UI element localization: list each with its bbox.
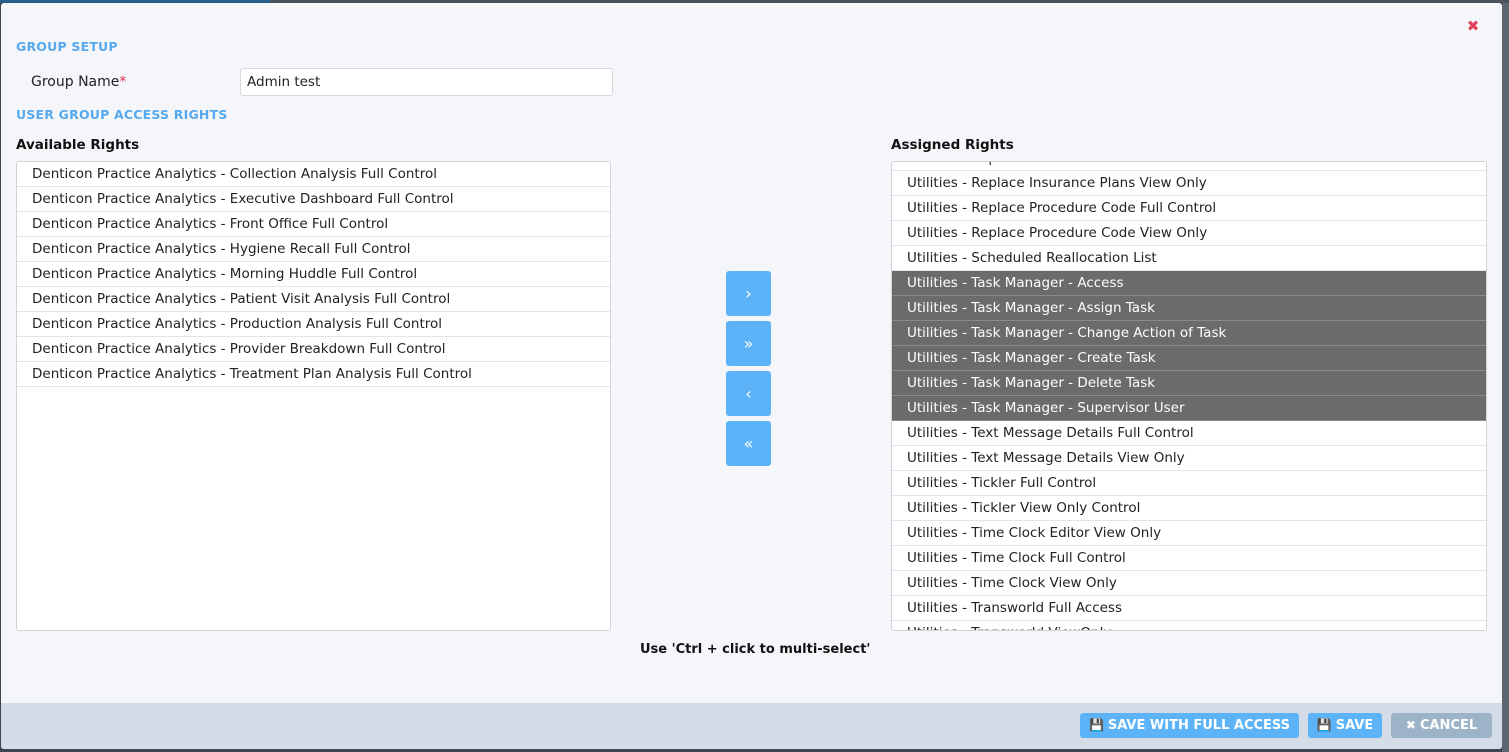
assigned-right-item[interactable]: Utilities - Task Manager - Delete Task xyxy=(892,371,1486,396)
assigned-right-item[interactable]: Utilities - Task Manager - Create Task xyxy=(892,346,1486,371)
available-rights-label: Available Rights xyxy=(16,137,140,153)
add-selected-button[interactable]: › xyxy=(726,271,771,316)
group-setup-modal: ✖ GROUP SETUP Group Name* USER GROUP ACC… xyxy=(1,3,1502,749)
assigned-right-item[interactable]: Utilities - Transworld ViewOnly xyxy=(892,621,1486,630)
assigned-right-item[interactable]: Utilities - Transworld Full Access xyxy=(892,596,1486,621)
available-right-item[interactable]: Denticon Practice Analytics - Hygiene Re… xyxy=(17,237,610,262)
assigned-right-item[interactable]: Utilities - Replace Procedure Code View … xyxy=(892,221,1486,246)
save-label: SAVE xyxy=(1335,718,1374,733)
group-name-input[interactable] xyxy=(240,68,613,96)
available-right-item[interactable]: Denticon Practice Analytics - Treatment … xyxy=(17,362,610,387)
available-right-item[interactable]: Denticon Practice Analytics - Patient Vi… xyxy=(17,287,610,312)
assigned-right-item[interactable]: Utilities - Text Message Details Full Co… xyxy=(892,421,1486,446)
cancel-button[interactable]: ✖ CANCEL xyxy=(1391,713,1492,738)
assigned-right-item[interactable]: Utilities - Replace Procedure Code Full … xyxy=(892,196,1486,221)
modal-footer: 💾 SAVE WITH FULL ACCESS 💾 SAVE ✖ CANCEL xyxy=(1,703,1502,749)
assigned-right-item[interactable]: Utilities - Tickler View Only Control xyxy=(892,496,1486,521)
available-right-item[interactable]: Denticon Practice Analytics - Production… xyxy=(17,312,610,337)
assigned-right-item[interactable]: Utilities - Task Manager - Assign Task xyxy=(892,296,1486,321)
group-name-label: Group Name* xyxy=(31,74,126,90)
floppy-disk-icon: 💾 xyxy=(1316,718,1332,732)
assigned-rights-scroll[interactable]: Utilities - Replace Insurance Plans Full… xyxy=(892,162,1486,630)
x-icon: ✖ xyxy=(1405,718,1416,732)
available-right-item[interactable]: Denticon Practice Analytics - Front Offi… xyxy=(17,212,610,237)
assigned-right-item[interactable]: Utilities - Replace Insurance Plans View… xyxy=(892,171,1486,196)
assigned-right-item[interactable]: Utilities - Task Manager - Change Action… xyxy=(892,321,1486,346)
cancel-label: CANCEL xyxy=(1419,718,1478,733)
available-right-item[interactable]: Denticon Practice Analytics - Executive … xyxy=(17,187,610,212)
access-rights-heading: USER GROUP ACCESS RIGHTS xyxy=(16,107,228,122)
remove-all-button[interactable]: « xyxy=(726,421,771,466)
backdrop-edge xyxy=(1502,3,1509,752)
assigned-right-item[interactable]: Utilities - Text Message Details View On… xyxy=(892,446,1486,471)
multi-select-hint: Use 'Ctrl + click to multi-select' xyxy=(640,642,871,657)
required-mark: * xyxy=(119,74,127,90)
add-all-button[interactable]: » xyxy=(726,321,771,366)
available-right-item[interactable]: Denticon Practice Analytics - Morning Hu… xyxy=(17,262,610,287)
floppy-disk-icon: 💾 xyxy=(1088,718,1104,732)
assigned-right-item[interactable]: Utilities - Time Clock Full Control xyxy=(892,546,1486,571)
close-icon[interactable]: ✖ xyxy=(1464,17,1482,35)
available-rights-list[interactable]: Denticon Practice Analytics - Collection… xyxy=(16,161,611,631)
assigned-right-item[interactable]: Utilities - Tickler Full Control xyxy=(892,471,1486,496)
save-with-full-access-button[interactable]: 💾 SAVE WITH FULL ACCESS xyxy=(1080,713,1299,738)
assigned-right-item[interactable]: Utilities - Task Manager - Supervisor Us… xyxy=(892,396,1486,421)
remove-selected-button[interactable]: ‹ xyxy=(726,371,771,416)
save-with-full-access-label: SAVE WITH FULL ACCESS xyxy=(1107,718,1291,733)
assigned-rights-label: Assigned Rights xyxy=(891,137,1014,153)
assigned-right-item[interactable]: Utilities - Task Manager - Access xyxy=(892,271,1486,296)
group-setup-heading: GROUP SETUP xyxy=(16,39,118,54)
assigned-right-item[interactable]: Utilities - Replace Insurance Plans Full… xyxy=(892,162,1486,171)
assigned-right-item[interactable]: Utilities - Time Clock View Only xyxy=(892,571,1486,596)
assigned-rights-list[interactable]: Utilities - Replace Insurance Plans Full… xyxy=(891,161,1487,631)
assigned-right-item[interactable]: Utilities - Time Clock Editor View Only xyxy=(892,521,1486,546)
assigned-right-item[interactable]: Utilities - Scheduled Reallocation List xyxy=(892,246,1486,271)
available-right-item[interactable]: Denticon Practice Analytics - Collection… xyxy=(17,162,610,187)
save-button[interactable]: 💾 SAVE xyxy=(1308,713,1382,738)
available-right-item[interactable]: Denticon Practice Analytics - Provider B… xyxy=(17,337,610,362)
group-name-label-text: Group Name xyxy=(31,74,120,90)
